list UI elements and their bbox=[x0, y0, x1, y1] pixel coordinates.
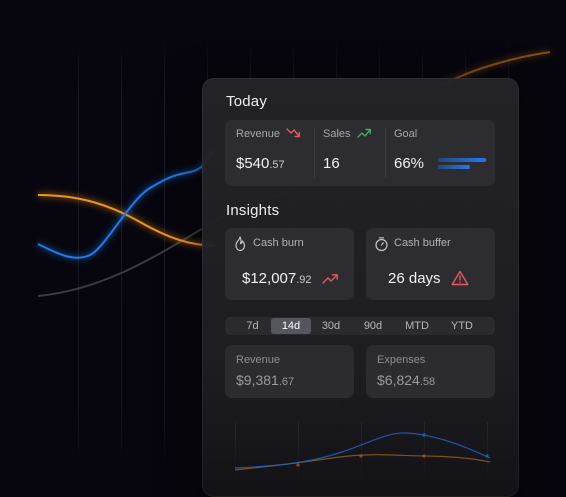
goal-progress-fill bbox=[438, 158, 486, 162]
revenue-summary-card[interactable]: Revenue $9,381.67 bbox=[225, 345, 354, 398]
revenue-metric[interactable]: Revenue $540.57 bbox=[225, 120, 313, 186]
sales-label: Sales bbox=[323, 128, 351, 140]
mini-point bbox=[422, 433, 426, 437]
date-range-selector: 7d 14d 30d 90d MTD YTD bbox=[225, 317, 495, 335]
dashboard-card: Today Revenue $540.57 Sales 16 Goal 66% bbox=[202, 78, 519, 497]
today-title: Today bbox=[226, 93, 268, 110]
mini-blue-line bbox=[234, 432, 491, 469]
revenue-summary-label: Revenue bbox=[236, 354, 281, 366]
trend-up-icon bbox=[322, 274, 338, 284]
expenses-summary-label: Expenses bbox=[377, 354, 426, 366]
range-option-ytd[interactable]: YTD bbox=[443, 318, 481, 334]
flame-icon bbox=[235, 236, 246, 252]
goal-metric[interactable]: Goal 66% bbox=[386, 120, 495, 186]
cash-buffer-card[interactable]: Cash buffer 26 days bbox=[366, 228, 495, 300]
range-option-14d[interactable]: 14d bbox=[271, 318, 311, 334]
cash-burn-value: $12,007.92 bbox=[242, 270, 312, 287]
range-option-mtd[interactable]: MTD bbox=[397, 318, 437, 334]
cash-buffer-label: Cash buffer bbox=[394, 237, 451, 249]
mini-orange-line bbox=[234, 454, 491, 471]
stopwatch-icon bbox=[375, 237, 388, 252]
trend-up-icon bbox=[357, 128, 371, 138]
trend-down-icon bbox=[286, 128, 300, 138]
range-option-90d[interactable]: 90d bbox=[355, 318, 391, 334]
sales-metric[interactable]: Sales 16 bbox=[315, 120, 385, 186]
cash-buffer-value: 26 days bbox=[388, 270, 441, 287]
mini-point bbox=[422, 454, 426, 458]
range-option-30d[interactable]: 30d bbox=[313, 318, 349, 334]
mini-point bbox=[296, 463, 300, 467]
revenue-label: Revenue bbox=[236, 128, 281, 140]
mini-point bbox=[485, 454, 489, 458]
goal-label: Goal bbox=[394, 128, 418, 140]
cash-burn-card[interactable]: Cash burn $12,007.92 bbox=[225, 228, 354, 300]
expenses-summary-card[interactable]: Expenses $6,824.58 bbox=[366, 345, 495, 398]
range-option-7d[interactable]: 7d bbox=[235, 318, 270, 334]
goal-progress-bars bbox=[438, 158, 486, 169]
insights-title: Insights bbox=[226, 202, 280, 219]
today-metrics-panel: Revenue $540.57 Sales 16 Goal 66% bbox=[225, 120, 495, 186]
mini-trend-chart bbox=[234, 422, 491, 492]
cash-burn-label: Cash burn bbox=[253, 237, 304, 249]
mini-point bbox=[359, 454, 363, 458]
warning-triangle-icon bbox=[451, 270, 469, 286]
expenses-summary-value: $6,824.58 bbox=[377, 372, 436, 388]
goal-progress-fill-secondary bbox=[438, 165, 470, 169]
revenue-value: $540.57 bbox=[236, 155, 285, 172]
goal-value: 66% bbox=[394, 155, 425, 172]
revenue-summary-value: $9,381.67 bbox=[236, 372, 295, 388]
sales-value: 16 bbox=[323, 155, 340, 172]
background-orange-line bbox=[37, 194, 216, 247]
